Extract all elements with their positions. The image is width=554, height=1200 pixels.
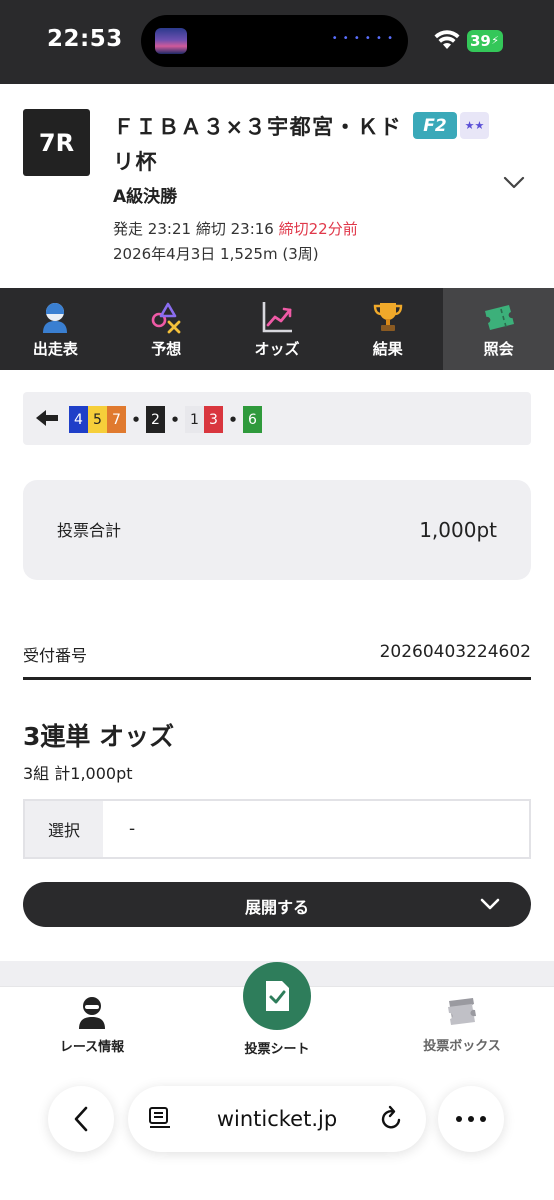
- combination-separator: •: [131, 410, 141, 429]
- tab-label: 照会: [483, 340, 514, 358]
- tab-label: 予想: [151, 340, 182, 358]
- race-tab-nav: 出走表 予想 オッズ 結果 照会: [0, 288, 554, 370]
- receipt-label: 受付番号: [23, 646, 88, 665]
- tab-entries[interactable]: 出走表: [0, 288, 111, 370]
- tab-results[interactable]: 結果: [332, 288, 443, 370]
- race-date-distance: 2026年4月3日 1,525m (3周): [113, 245, 319, 263]
- race-info-icon: [79, 997, 105, 1029]
- selection-value: -: [129, 819, 136, 839]
- more-button[interactable]: [438, 1086, 504, 1152]
- deadline-countdown: 締切22分前: [278, 220, 358, 238]
- battery-level: 39: [470, 32, 491, 50]
- bike-number-chip: 7: [107, 406, 126, 433]
- now-playing-thumbnail: [155, 28, 187, 54]
- nav-label: レース情報: [59, 1040, 125, 1055]
- bike-number-chip: 3: [204, 406, 223, 433]
- combination-separator: •: [170, 410, 180, 429]
- back-button[interactable]: [48, 1086, 114, 1152]
- wifi-icon: [434, 30, 460, 49]
- start-label: 発走: [113, 220, 144, 238]
- ticket-icon: [484, 305, 514, 330]
- ticket-box-icon: [448, 998, 476, 1025]
- bike-number-chip: 6: [243, 406, 262, 433]
- bike-number-chip: 5: [88, 406, 107, 433]
- selection-label: 選択: [25, 801, 103, 857]
- address-bar[interactable]: winticket.jp: [128, 1086, 426, 1152]
- chevron-left-icon: [74, 1106, 88, 1132]
- total-label: 投票合計: [57, 521, 122, 540]
- race-subtitle: A級決勝: [113, 187, 178, 207]
- receipt-row: 受付番号 20260403224602: [23, 640, 531, 680]
- odds-section-subtitle: 3組 計1,000pt: [23, 764, 133, 783]
- race-header: 7R ＦＩＢＡ３×３宇都宮・Ｋドリ杯 F2 ★★ A級決勝 発走 23:21 締…: [0, 84, 554, 288]
- bike-number-chip: 2: [146, 406, 165, 433]
- activity-dots-icon: • • • • • •: [331, 33, 394, 44]
- battery-indicator: 39 ⚡: [467, 30, 503, 52]
- odds-chart-icon: [262, 302, 292, 333]
- prediction-icon: [151, 302, 181, 334]
- race-title: ＦＩＢＡ３×３宇都宮・Ｋドリ杯: [113, 115, 403, 174]
- status-bar: 22:53 • • • • • • 39 ⚡: [0, 0, 554, 84]
- combination-separator: •: [228, 410, 238, 429]
- reload-icon[interactable]: [380, 1105, 404, 1131]
- start-time: 23:21: [147, 220, 192, 238]
- combination-chips: 4 5 7 • 2 • 1 3 • 6: [69, 406, 262, 433]
- browser-toolbar: winticket.jp: [0, 1080, 554, 1160]
- nav-label: 投票ボックス: [423, 1039, 501, 1054]
- total-value: 1,000pt: [419, 518, 497, 542]
- race-times: 発走 23:21 締切 23:16 締切22分前: [113, 218, 358, 239]
- tab-prediction[interactable]: 予想: [111, 288, 222, 370]
- expand-button-label: 展開する: [244, 898, 309, 917]
- race-number: 7R: [23, 109, 90, 176]
- ellipsis-icon: [456, 1116, 486, 1122]
- tab-label: オッズ: [254, 340, 300, 358]
- vote-total-card: 投票合計 1,000pt: [23, 480, 531, 580]
- receipt-number: 20260403224602: [379, 642, 531, 662]
- tab-inquiry[interactable]: 照会: [443, 288, 554, 370]
- bike-number-chip: 4: [69, 406, 88, 433]
- bike-number-chip: 1: [185, 406, 204, 433]
- vote-sheet-button: [243, 962, 311, 1030]
- chevron-down-icon: [480, 898, 500, 910]
- player-icon: [43, 303, 68, 333]
- dynamic-island[interactable]: • • • • • •: [141, 15, 408, 67]
- nav-vote-sheet[interactable]: 投票シート: [226, 962, 328, 1057]
- nav-vote-box[interactable]: 投票ボックス: [414, 995, 510, 1054]
- tab-label: 出走表: [32, 340, 78, 358]
- close-label: 締切: [195, 220, 226, 238]
- chevron-down-icon[interactable]: [503, 176, 525, 190]
- trophy-icon: [373, 303, 402, 331]
- clock: 22:53: [47, 26, 123, 52]
- odds-section-title: 3連単 オッズ: [23, 722, 175, 751]
- charging-bolt-icon: ⚡: [491, 34, 499, 47]
- grade-badge: F2: [413, 112, 457, 139]
- arrow-left-icon: [36, 410, 58, 426]
- selection-row: 選択 -: [23, 799, 531, 859]
- bet-combination: 4 5 7 • 2 • 1 3 • 6: [23, 392, 531, 445]
- expand-button[interactable]: 展開する: [23, 882, 531, 927]
- night-race-icon: ★★: [460, 112, 489, 139]
- nav-label: 投票シート: [244, 1042, 310, 1057]
- tab-odds[interactable]: オッズ: [222, 288, 333, 370]
- close-time: 23:16: [230, 220, 274, 238]
- check-sheet-icon: [266, 981, 289, 1011]
- tab-label: 結果: [372, 340, 403, 358]
- nav-race-info[interactable]: レース情報: [42, 995, 142, 1055]
